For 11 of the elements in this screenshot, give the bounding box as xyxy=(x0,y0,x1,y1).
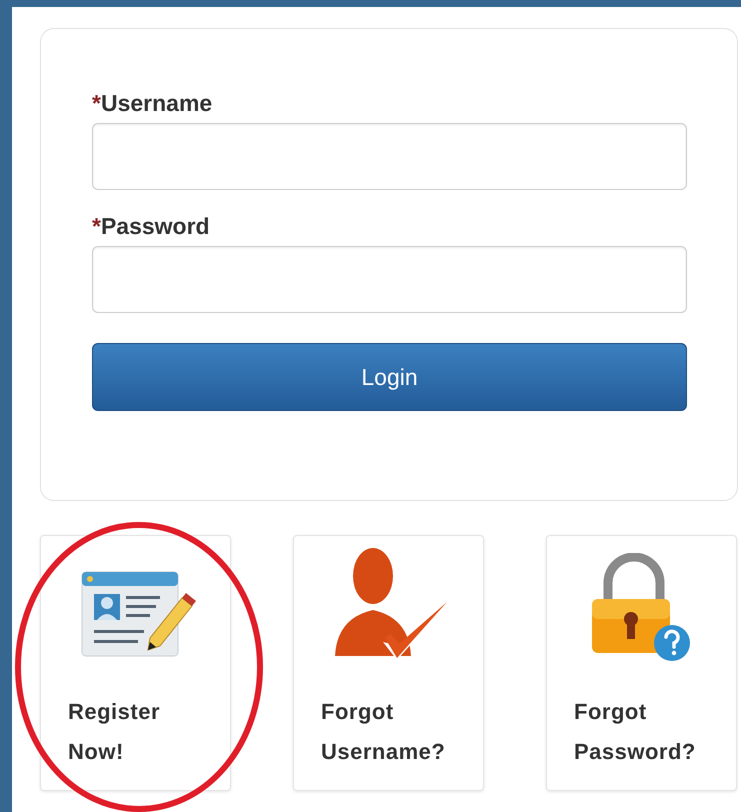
text-field[interactable] xyxy=(92,246,687,313)
field-label: *Username xyxy=(92,88,214,118)
tile-caption: Forgot Username? xyxy=(321,698,446,766)
link-tile[interactable]: Register Now! xyxy=(40,535,231,791)
login-button[interactable]: Login xyxy=(92,343,687,411)
tile-caption: Register Now! xyxy=(68,698,162,766)
field-label: *Password xyxy=(92,212,211,240)
text-field[interactable] xyxy=(92,123,687,190)
tile-caption: Forgot Password? xyxy=(574,698,697,766)
link-tile[interactable]: Forgot Password? xyxy=(546,535,737,791)
link-tile[interactable]: Forgot Username? xyxy=(293,535,484,791)
